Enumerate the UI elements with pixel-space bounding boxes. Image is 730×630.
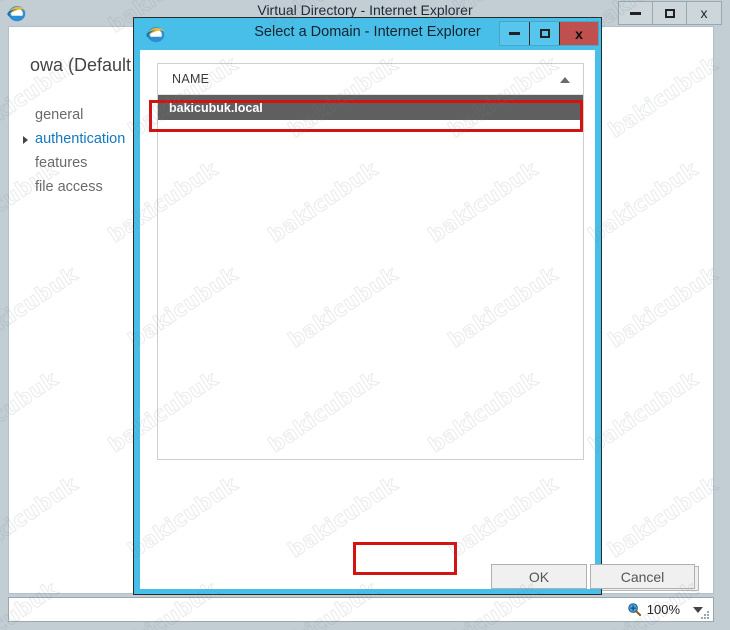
zoom-magnifier-icon <box>627 602 642 617</box>
domain-name-cell: bakicubuk.local <box>169 100 263 115</box>
status-bar: 100% <box>8 597 714 622</box>
select-domain-dialog: Select a Domain - Internet Explorer x NA… <box>133 17 695 595</box>
ok-button[interactable]: OK <box>491 564 587 589</box>
close-button[interactable]: x <box>687 2 721 24</box>
zoom-level-label: 100% <box>646 602 680 617</box>
chevron-right-icon <box>23 136 28 144</box>
background-window-controls: x <box>618 1 722 25</box>
dialog-window-controls: x <box>499 21 599 46</box>
close-icon: x <box>575 25 583 42</box>
dialog-minimize-button[interactable] <box>500 22 530 45</box>
sort-ascending-icon[interactable] <box>560 77 570 83</box>
minimize-icon <box>509 32 520 35</box>
dialog-titlebar[interactable]: Select a Domain - Internet Explorer x <box>134 18 601 50</box>
table-row[interactable]: bakicubuk.local <box>158 95 583 120</box>
resize-grip-icon[interactable] <box>699 608 711 620</box>
maximize-icon <box>664 8 675 18</box>
minimize-icon <box>630 11 641 15</box>
maximize-icon <box>539 29 550 38</box>
dialog-close-button[interactable]: x <box>560 22 598 45</box>
sidebar-item-label: file access <box>35 179 103 195</box>
domain-list-header[interactable]: NAME <box>158 64 583 95</box>
sidebar-item-label: features <box>35 155 88 171</box>
sidebar-item-label: authentication <box>35 131 126 147</box>
close-icon: x <box>700 5 708 21</box>
minimize-button[interactable] <box>619 2 653 24</box>
column-header-name: NAME <box>172 72 210 86</box>
cancel-button[interactable]: Cancel <box>590 564 695 589</box>
zoom-control[interactable]: 100% <box>627 602 703 617</box>
maximize-button[interactable] <box>653 2 687 24</box>
dialog-maximize-button[interactable] <box>530 22 560 45</box>
dialog-body: NAME bakicubuk.local <box>140 50 595 589</box>
domain-list: NAME bakicubuk.local <box>157 63 584 460</box>
sidebar-item-label: general <box>35 107 84 123</box>
